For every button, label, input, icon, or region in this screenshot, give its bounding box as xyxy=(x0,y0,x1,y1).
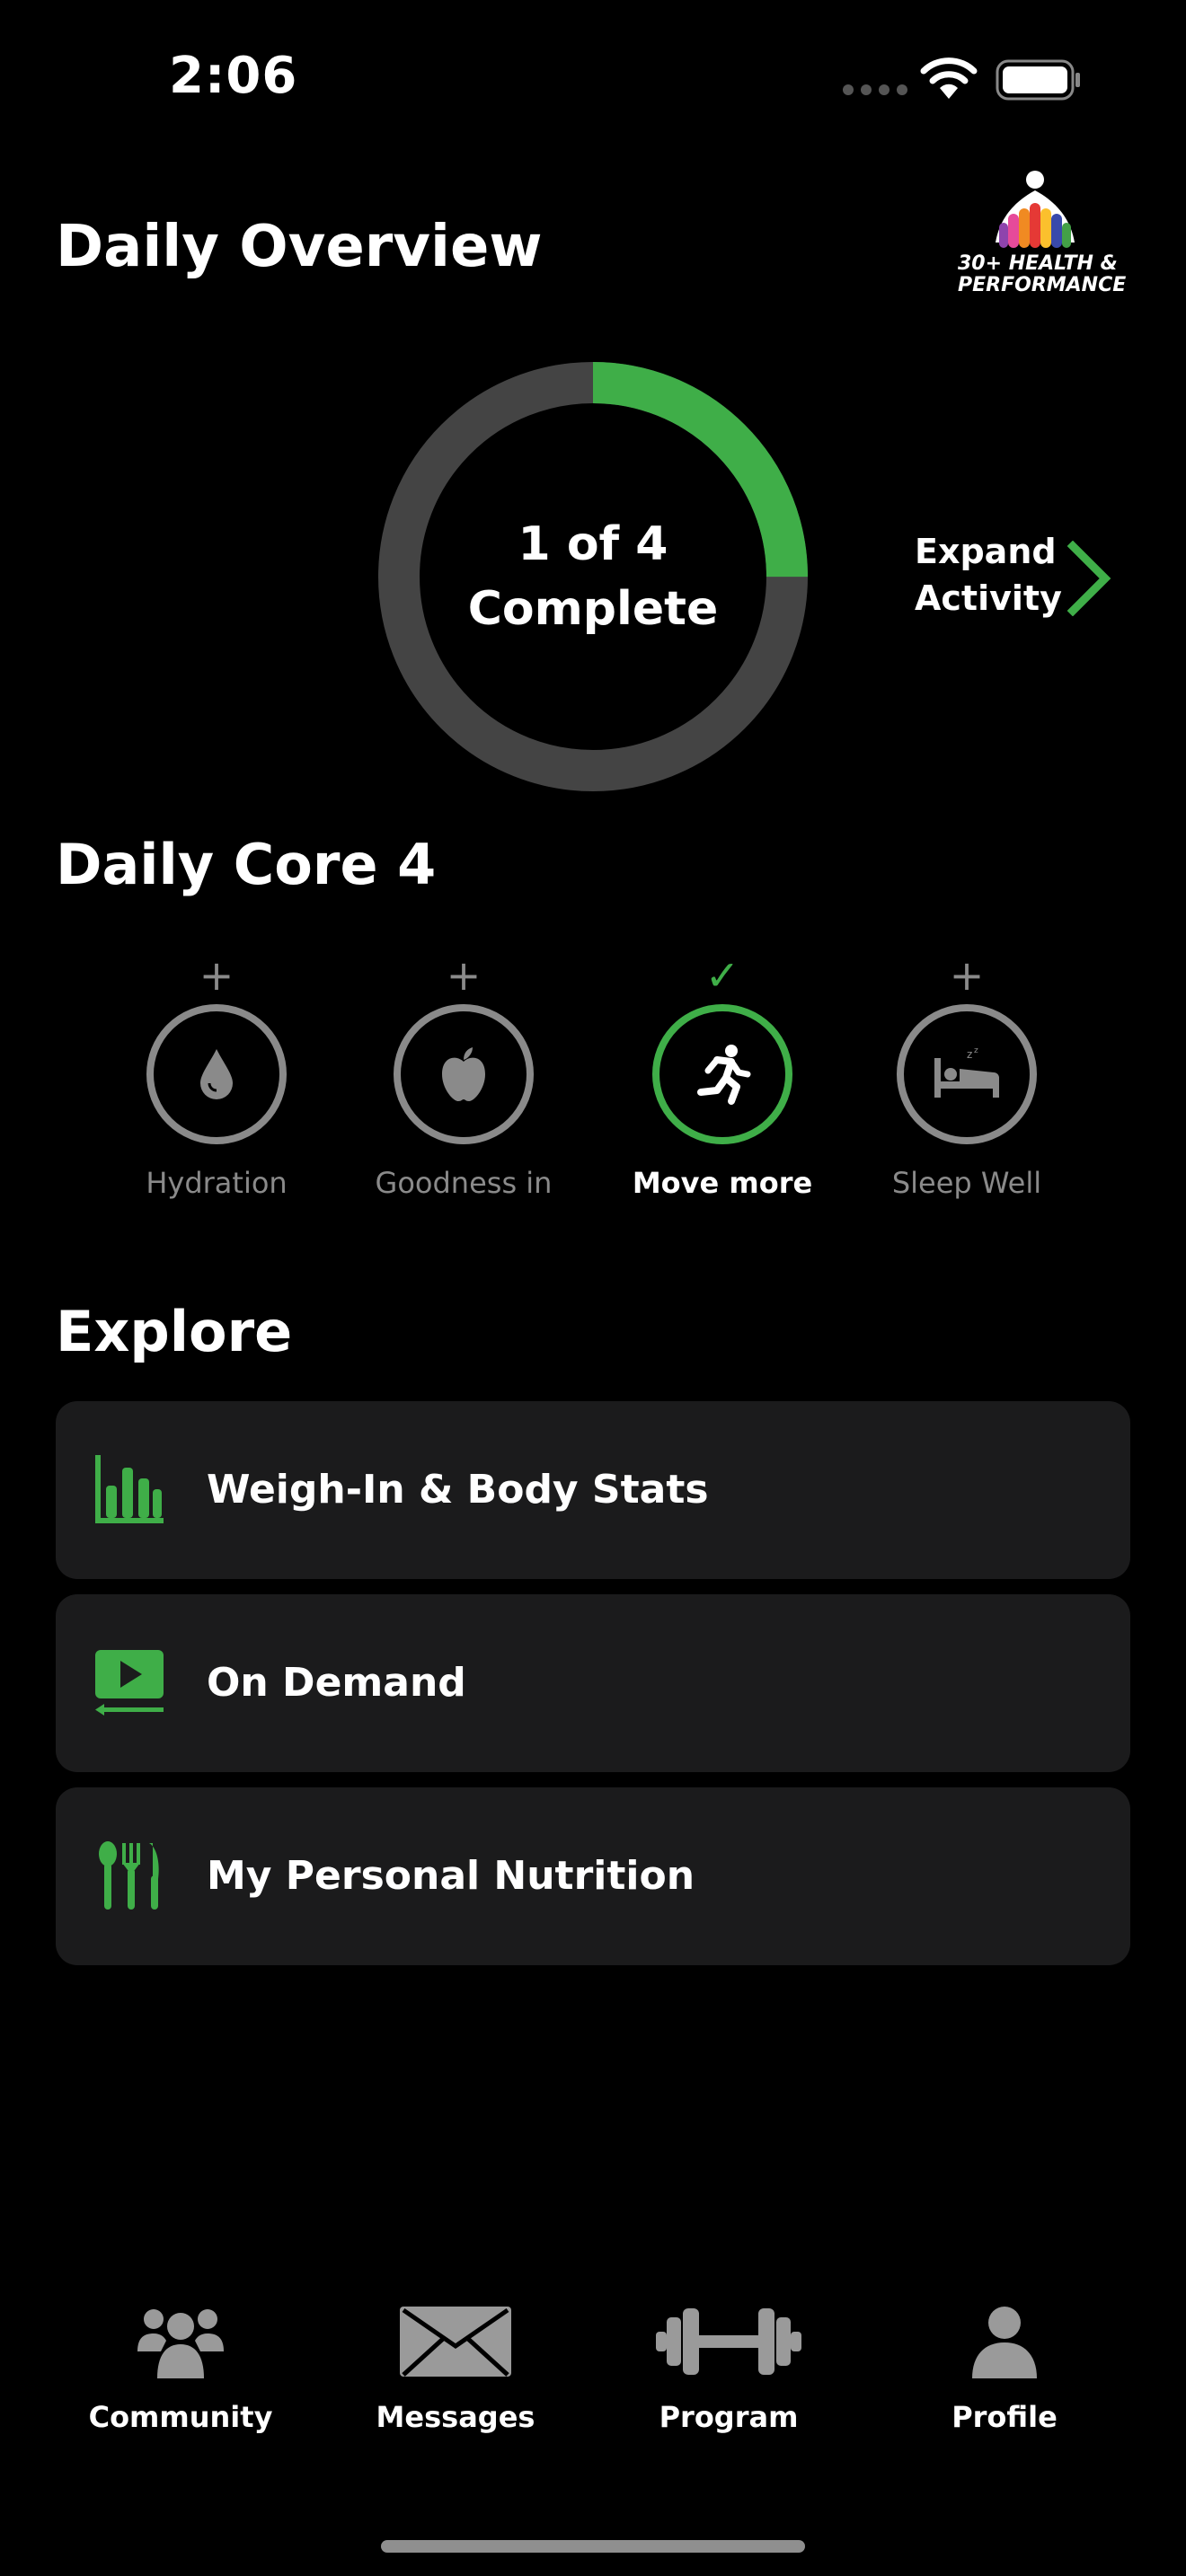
dumbbell-icon xyxy=(656,2308,801,2375)
hydration-circle[interactable] xyxy=(146,1004,287,1144)
chevron-right-icon[interactable] xyxy=(1066,541,1112,616)
tab-messages[interactable]: Messages xyxy=(348,2299,563,2434)
video-play-icon xyxy=(95,1650,164,1716)
bar-chart-icon xyxy=(95,1455,164,1523)
person-icon xyxy=(972,2307,1037,2378)
add-icon[interactable]: + xyxy=(365,952,562,999)
add-icon[interactable]: + xyxy=(868,952,1066,999)
water-drop-icon xyxy=(200,1049,233,1099)
battery-icon xyxy=(996,59,1080,101)
move-circle[interactable] xyxy=(652,1004,792,1144)
on-demand-card[interactable]: On Demand xyxy=(56,1594,1130,1772)
brand-logo-text: 30+ HEALTH & PERFORMANCE xyxy=(958,253,1126,296)
tab-community[interactable]: Community xyxy=(73,2299,288,2434)
weigh-in-card[interactable]: Weigh-In & Body Stats xyxy=(56,1401,1130,1579)
svg-text:z: z xyxy=(967,1048,972,1061)
daily-overview-screen: 2:06 Daily Overview 30+ HEALTH & PERFORM… xyxy=(0,0,1186,2576)
bed-sleep-icon: z z xyxy=(934,1046,999,1098)
envelope-icon xyxy=(400,2307,511,2377)
page-title: Daily Overview xyxy=(56,214,543,280)
group-icon xyxy=(137,2309,224,2378)
explore-title: Explore xyxy=(56,1299,293,1364)
sleep-circle[interactable]: z z xyxy=(897,1004,1037,1144)
expand-activity-button[interactable]: Expand Activity xyxy=(915,528,1062,622)
progress-status: Complete xyxy=(467,582,719,636)
core-label-move: Move more xyxy=(632,1166,813,1200)
card-label: On Demand xyxy=(207,1660,466,1706)
card-label: My Personal Nutrition xyxy=(207,1853,695,1899)
brand-line-2: PERFORMANCE xyxy=(958,274,1127,296)
nutrition-card[interactable]: My Personal Nutrition xyxy=(56,1787,1130,1965)
home-indicator[interactable] xyxy=(381,2540,805,2553)
core4-title: Daily Core 4 xyxy=(56,832,437,897)
core-label-sleep: Sleep Well xyxy=(891,1166,1042,1200)
add-icon[interactable]: + xyxy=(118,952,315,999)
tab-label: Messages xyxy=(376,2400,535,2434)
progress-text: 1 of 4 Complete xyxy=(377,512,809,641)
tab-profile[interactable]: Profile xyxy=(897,2299,1112,2434)
apple-icon xyxy=(442,1047,485,1101)
core-item-goodness[interactable]: + Goodness in xyxy=(365,952,562,1200)
goodness-circle[interactable] xyxy=(394,1004,534,1144)
svg-text:z: z xyxy=(974,1046,978,1055)
core-item-hydration[interactable]: + Hydration xyxy=(118,952,315,1200)
core-item-sleep[interactable]: + z z Sleep Well xyxy=(868,952,1066,1200)
wifi-icon xyxy=(920,57,978,99)
cutlery-icon xyxy=(99,1841,159,1910)
tab-program[interactable]: Program xyxy=(621,2299,836,2434)
progress-count: 1 of 4 xyxy=(518,517,668,571)
tab-label: Program xyxy=(659,2400,799,2434)
card-label: Weigh-In & Body Stats xyxy=(207,1467,709,1513)
core-item-move[interactable]: ✓ Move more xyxy=(624,952,821,1200)
core-label-hydration: Hydration xyxy=(146,1166,288,1200)
expand-label-2: Activity xyxy=(915,578,1062,618)
core-label-goodness: Goodness in xyxy=(375,1166,553,1200)
brand-line-1: 30+ HEALTH & xyxy=(958,252,1118,275)
status-time: 2:06 xyxy=(169,47,298,105)
tab-label: Community xyxy=(88,2400,273,2434)
check-icon[interactable]: ✓ xyxy=(624,952,821,999)
tab-label: Profile xyxy=(951,2400,1058,2434)
running-person-icon xyxy=(697,1045,751,1105)
expand-label-1: Expand xyxy=(915,532,1057,571)
cellular-signal-icon xyxy=(843,84,907,95)
